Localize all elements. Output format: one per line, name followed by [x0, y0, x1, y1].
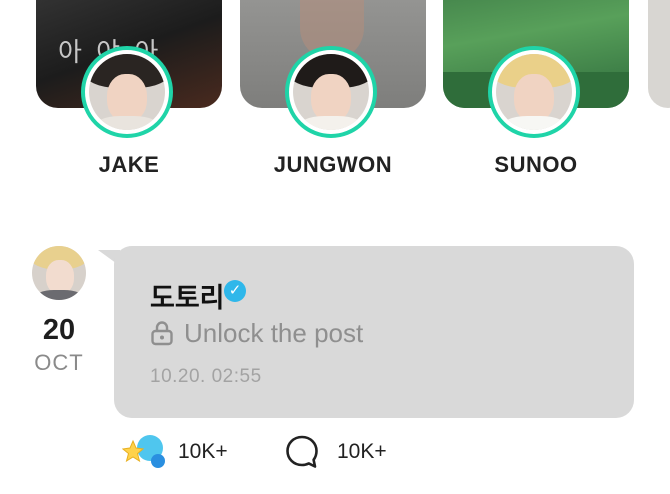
- story-jake[interactable]: 아 야 아 JAKE: [36, 0, 222, 200]
- story-thumbnail-partial[interactable]: [648, 0, 670, 108]
- post-date-month: OCT: [34, 350, 84, 375]
- artist-avatar-ring[interactable]: [488, 46, 580, 138]
- lock-icon: [151, 321, 173, 346]
- artist-avatar-ring[interactable]: [285, 46, 377, 138]
- avatar: [293, 54, 369, 130]
- reaction-count: 10K+: [178, 440, 228, 463]
- comment-bubble-icon[interactable]: [284, 434, 320, 470]
- artist-name: JAKE: [98, 152, 160, 177]
- post-author-avatar[interactable]: [32, 246, 86, 300]
- artist-stories-row: 아 야 아 JAKE JUNGWON: [0, 0, 670, 200]
- comment-count: 10K+: [337, 440, 387, 463]
- story-sunoo[interactable]: SUNOO: [443, 0, 629, 200]
- star-sparkle-icon[interactable]: [122, 432, 168, 472]
- post-timestamp: 10.20. 02:55: [150, 366, 262, 387]
- artist-avatar-ring[interactable]: [81, 46, 173, 138]
- artist-name: SUNOO: [494, 152, 578, 177]
- unlock-post-label[interactable]: Unlock the post: [184, 318, 363, 349]
- avatar: [89, 54, 165, 130]
- avatar: [496, 54, 572, 130]
- verified-check-icon: ✓: [224, 280, 246, 302]
- post-reactions: 10K+ 10K+: [120, 430, 440, 476]
- post-author-name: 도토리: [150, 283, 225, 313]
- artist-name: JUNGWON: [273, 152, 393, 177]
- post-date-day: 20: [42, 314, 76, 346]
- story-jungwon[interactable]: JUNGWON: [240, 0, 426, 200]
